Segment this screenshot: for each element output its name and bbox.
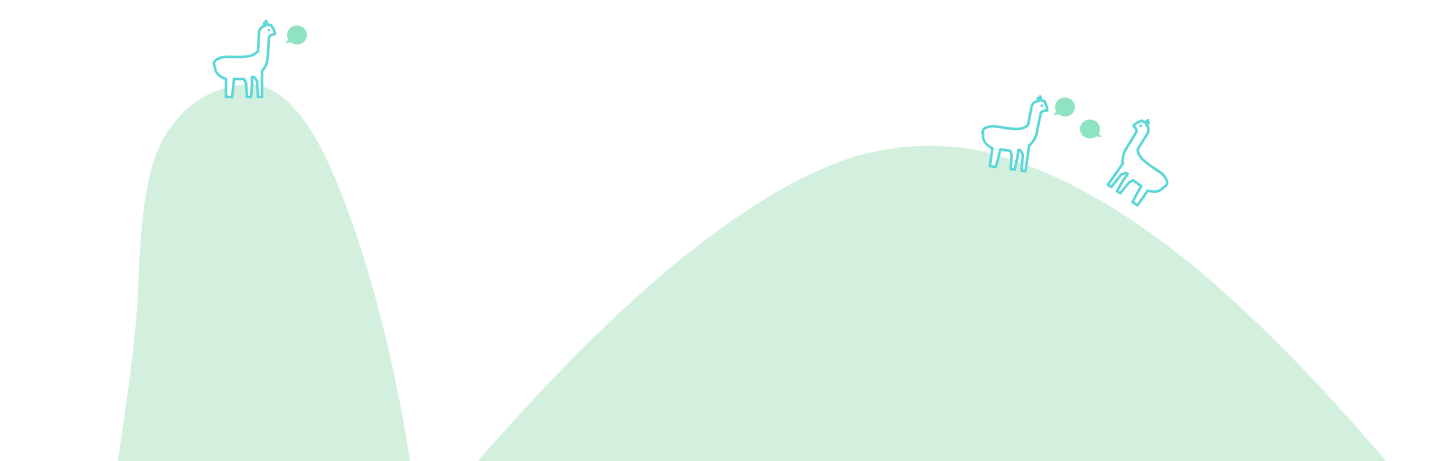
speech-bubble-icon [285, 25, 307, 45]
hills-illustration [118, 19, 1386, 461]
speech-bubble-icon [1053, 97, 1075, 117]
llama-icon [1096, 113, 1193, 214]
right-hill [478, 145, 1386, 461]
left-hill [118, 84, 410, 461]
speech-bubble-icon [1080, 119, 1102, 139]
